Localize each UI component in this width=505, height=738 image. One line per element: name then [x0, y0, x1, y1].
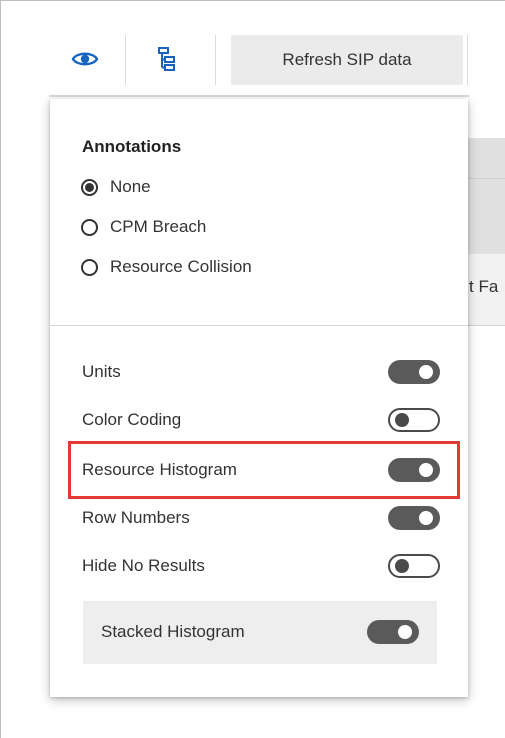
toolbar: Refresh SIP data: [49, 29, 469, 89]
toggle-knob: [398, 625, 412, 639]
table-header-background: [467, 138, 505, 254]
toggle-knob: [395, 413, 409, 427]
color-coding-toggle[interactable]: [388, 408, 440, 432]
toggle-row-stacked-histogram[interactable]: Stacked Histogram: [101, 617, 419, 647]
table-cell-text: t Fa: [469, 277, 499, 296]
visibility-button[interactable]: [49, 29, 121, 89]
toggle-label: Hide No Results: [82, 556, 205, 575]
radio-selected-dot: [85, 182, 94, 192]
radio-label: None: [110, 177, 151, 196]
row-numbers-toggle[interactable]: [388, 506, 440, 530]
hierarchy-tree-icon: [158, 47, 175, 71]
radio-label: CPM Breach: [110, 217, 207, 236]
radio-button[interactable]: [81, 178, 98, 196]
toggle-label: Color Coding: [82, 410, 182, 429]
toggle-row-units[interactable]: Units: [82, 357, 440, 387]
toggle-label: Resource Histogram: [82, 460, 237, 479]
eye-icon: [71, 52, 99, 66]
radio-button[interactable]: [81, 218, 98, 236]
stacked-histogram-toggle[interactable]: [367, 620, 419, 644]
toggle-row-hide-no-results[interactable]: Hide No Results: [82, 551, 440, 581]
annotation-option-cpm-breach[interactable]: CPM Breach: [81, 215, 206, 239]
toolbar-separator: [467, 35, 468, 85]
toggle-row-row-numbers[interactable]: Row Numbers: [82, 503, 440, 533]
toggle-label: Units: [82, 362, 121, 381]
toggle-knob: [419, 463, 433, 477]
annotation-option-none[interactable]: None: [81, 175, 151, 199]
units-toggle[interactable]: [388, 360, 440, 384]
toggle-knob: [395, 559, 409, 573]
hide-no-results-toggle[interactable]: [388, 554, 440, 578]
toolbar-divider: [49, 95, 469, 97]
toolbar-separator: [215, 35, 216, 85]
resource-histogram-toggle[interactable]: [388, 458, 440, 482]
radio-button[interactable]: [81, 258, 98, 276]
toggle-row-color-coding[interactable]: Color Coding: [82, 405, 440, 435]
toggle-knob: [419, 365, 433, 379]
annotation-option-resource-collision[interactable]: Resource Collision: [81, 255, 252, 279]
stacked-histogram-panel: Stacked Histogram: [83, 601, 437, 664]
section-divider: [50, 325, 468, 326]
annotations-title: Annotations: [82, 137, 182, 156]
toggle-label: Row Numbers: [82, 508, 190, 527]
toggle-label: Stacked Histogram: [101, 622, 245, 641]
radio-label: Resource Collision: [110, 257, 252, 276]
toggle-row-resource-histogram[interactable]: Resource Histogram: [82, 455, 440, 485]
hierarchy-button[interactable]: [125, 29, 209, 89]
refresh-sip-data-button[interactable]: Refresh SIP data: [231, 35, 463, 85]
toggle-knob: [419, 511, 433, 525]
table-header-divider: [467, 178, 505, 179]
app-frame: Refresh SIP data t Fa Annotations None C…: [0, 0, 505, 738]
view-options-popup: Annotations None CPM Breach Resource Col…: [50, 99, 468, 697]
